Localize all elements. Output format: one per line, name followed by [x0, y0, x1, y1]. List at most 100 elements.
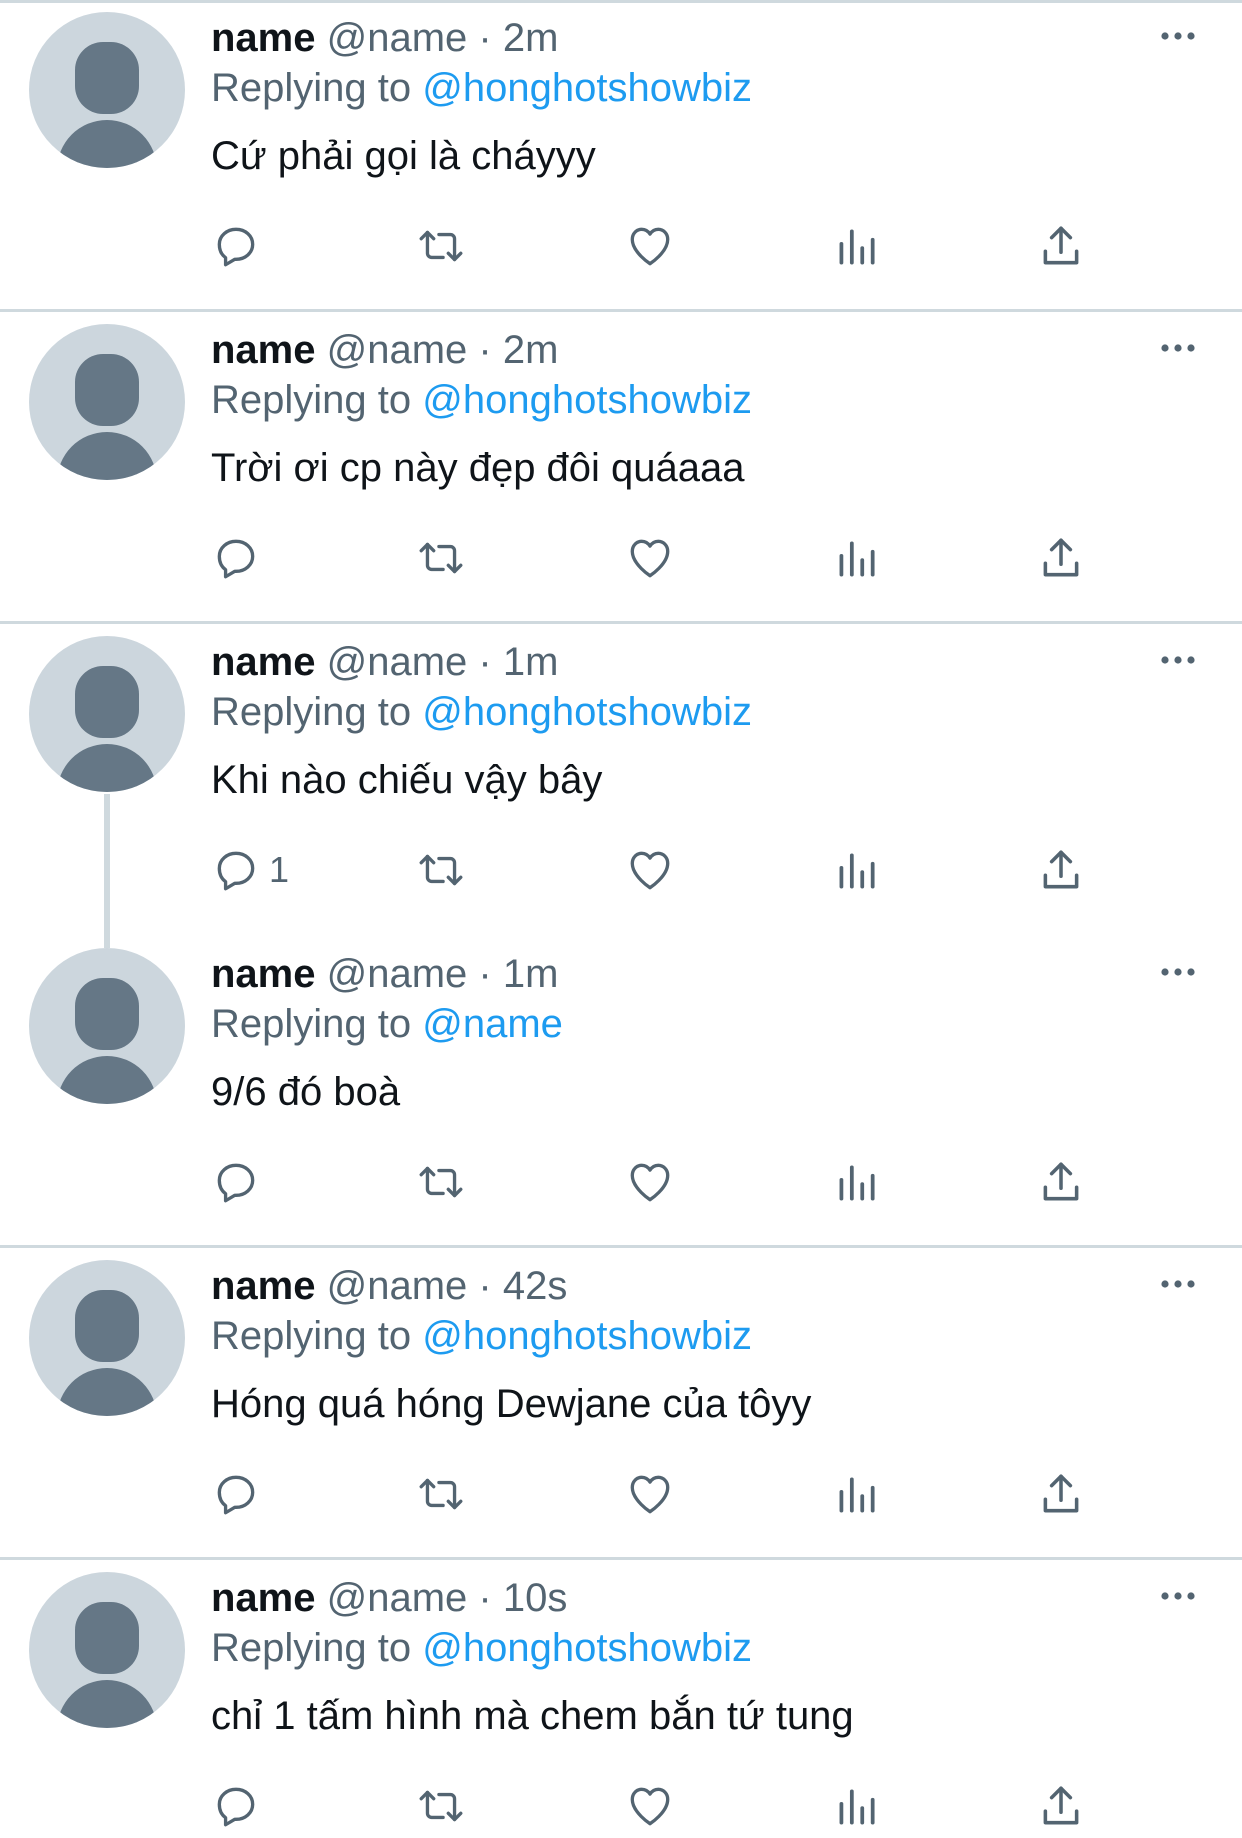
share-button[interactable] [1036, 218, 1086, 274]
share-button[interactable] [1036, 1154, 1086, 1210]
timestamp[interactable]: 1m [503, 952, 559, 996]
avatar[interactable] [29, 324, 185, 480]
avatar[interactable] [29, 948, 185, 1104]
share-icon [1043, 850, 1079, 889]
tweet[interactable]: name @name · 42s Replying to @honghotsho… [0, 1248, 1242, 1560]
user-handle[interactable]: @name [327, 1576, 468, 1620]
avatar[interactable] [29, 12, 185, 168]
user-handle[interactable]: @name [327, 640, 468, 684]
tweet[interactable]: name @name · 2m Replying to @honghotshow… [0, 312, 1242, 624]
tweet-text: 9/6 đó boà [211, 1070, 401, 1114]
reply-icon [217, 1475, 255, 1515]
reply-button[interactable] [211, 530, 269, 586]
display-name[interactable]: name [211, 328, 316, 372]
avatar[interactable] [29, 636, 185, 792]
replying-to-mention[interactable]: @honghotshowbiz [422, 1626, 752, 1670]
user-handle[interactable]: @name [327, 16, 468, 60]
timestamp[interactable]: 42s [503, 1264, 568, 1308]
retweet-icon [419, 1478, 463, 1510]
tweet-header: name @name · 10s [211, 1574, 567, 1622]
display-name[interactable]: name [211, 1576, 316, 1620]
retweet-button[interactable] [416, 1466, 466, 1522]
display-name[interactable]: name [211, 952, 316, 996]
like-button[interactable] [625, 1466, 675, 1522]
replying-to-mention[interactable]: @honghotshowbiz [422, 66, 752, 110]
retweet-icon [419, 542, 463, 574]
more-icon[interactable] [1158, 960, 1198, 984]
avatar[interactable] [29, 1260, 185, 1416]
separator-dot: · [478, 952, 492, 996]
tweet[interactable]: name @name · 10s Replying to @honghotsho… [0, 1560, 1242, 1838]
tweet-text: chỉ 1 tấm hình mà chem bắn tứ tung [211, 1694, 854, 1738]
tweet-header: name @name · 2m [211, 326, 558, 374]
reply-button[interactable] [211, 1466, 269, 1522]
like-button[interactable] [625, 530, 675, 586]
replying-to-label: Replying to [211, 1626, 412, 1670]
more-icon[interactable] [1158, 1272, 1198, 1296]
replying-to-mention[interactable]: @name [422, 1002, 563, 1046]
tweet[interactable]: name @name · 2m Replying to @honghotshow… [0, 0, 1242, 312]
like-button[interactable] [625, 842, 675, 898]
reply-icon [217, 539, 255, 579]
analytics-button[interactable] [831, 530, 881, 586]
share-button[interactable] [1036, 1466, 1086, 1522]
reply-button[interactable] [211, 1778, 269, 1834]
retweet-button[interactable] [416, 530, 466, 586]
tweet-header: name @name · 1m [211, 638, 558, 686]
reply-button[interactable] [211, 1154, 269, 1210]
analytics-icon [839, 1165, 875, 1201]
more-icon[interactable] [1158, 648, 1198, 672]
display-name[interactable]: name [211, 16, 316, 60]
retweet-button[interactable] [416, 1154, 466, 1210]
analytics-button[interactable] [831, 1778, 881, 1834]
analytics-button[interactable] [831, 1466, 881, 1522]
heart-icon [630, 1475, 670, 1514]
timestamp[interactable]: 2m [503, 328, 559, 372]
display-name[interactable]: name [211, 640, 316, 684]
user-handle[interactable]: @name [327, 328, 468, 372]
like-button[interactable] [625, 218, 675, 274]
action-bar [211, 1466, 1091, 1522]
tweet-text: Cứ phải gọi là cháyyy [211, 134, 596, 178]
retweet-icon [419, 230, 463, 262]
user-handle[interactable]: @name [327, 952, 468, 996]
analytics-icon [839, 853, 875, 889]
retweet-icon [419, 1166, 463, 1198]
retweet-icon [419, 1790, 463, 1822]
reply-button[interactable]: 1 [211, 842, 289, 898]
heart-icon [630, 1163, 670, 1202]
timestamp[interactable]: 2m [503, 16, 559, 60]
timestamp[interactable]: 10s [503, 1576, 568, 1620]
tweet-header: name @name · 42s [211, 1262, 567, 1310]
retweet-button[interactable] [416, 1778, 466, 1834]
avatar[interactable] [29, 1572, 185, 1728]
more-icon[interactable] [1158, 24, 1198, 48]
reply-button[interactable] [211, 218, 269, 274]
analytics-button[interactable] [831, 1154, 881, 1210]
action-bar [211, 530, 1091, 586]
share-button[interactable] [1036, 530, 1086, 586]
tweet[interactable]: name @name · 1m Replying to @name 9/6 đó… [0, 936, 1242, 1248]
retweet-button[interactable] [416, 218, 466, 274]
replying-to-mention[interactable]: @honghotshowbiz [422, 1314, 752, 1358]
more-icon[interactable] [1158, 1584, 1198, 1608]
retweet-button[interactable] [416, 842, 466, 898]
separator-dot: · [478, 328, 492, 372]
display-name[interactable]: name [211, 1264, 316, 1308]
like-button[interactable] [625, 1778, 675, 1834]
tweet[interactable]: name @name · 1m Replying to @honghotshow… [0, 624, 1242, 936]
share-button[interactable] [1036, 1778, 1086, 1834]
share-icon [1043, 538, 1079, 577]
reply-icon [217, 1163, 255, 1203]
share-button[interactable] [1036, 842, 1086, 898]
replying-to-mention[interactable]: @honghotshowbiz [422, 378, 752, 422]
analytics-icon [839, 1789, 875, 1825]
analytics-button[interactable] [831, 218, 881, 274]
analytics-button[interactable] [831, 842, 881, 898]
heart-icon [630, 851, 670, 890]
replying-to-mention[interactable]: @honghotshowbiz [422, 690, 752, 734]
user-handle[interactable]: @name [327, 1264, 468, 1308]
more-icon[interactable] [1158, 336, 1198, 360]
timestamp[interactable]: 1m [503, 640, 559, 684]
like-button[interactable] [625, 1154, 675, 1210]
